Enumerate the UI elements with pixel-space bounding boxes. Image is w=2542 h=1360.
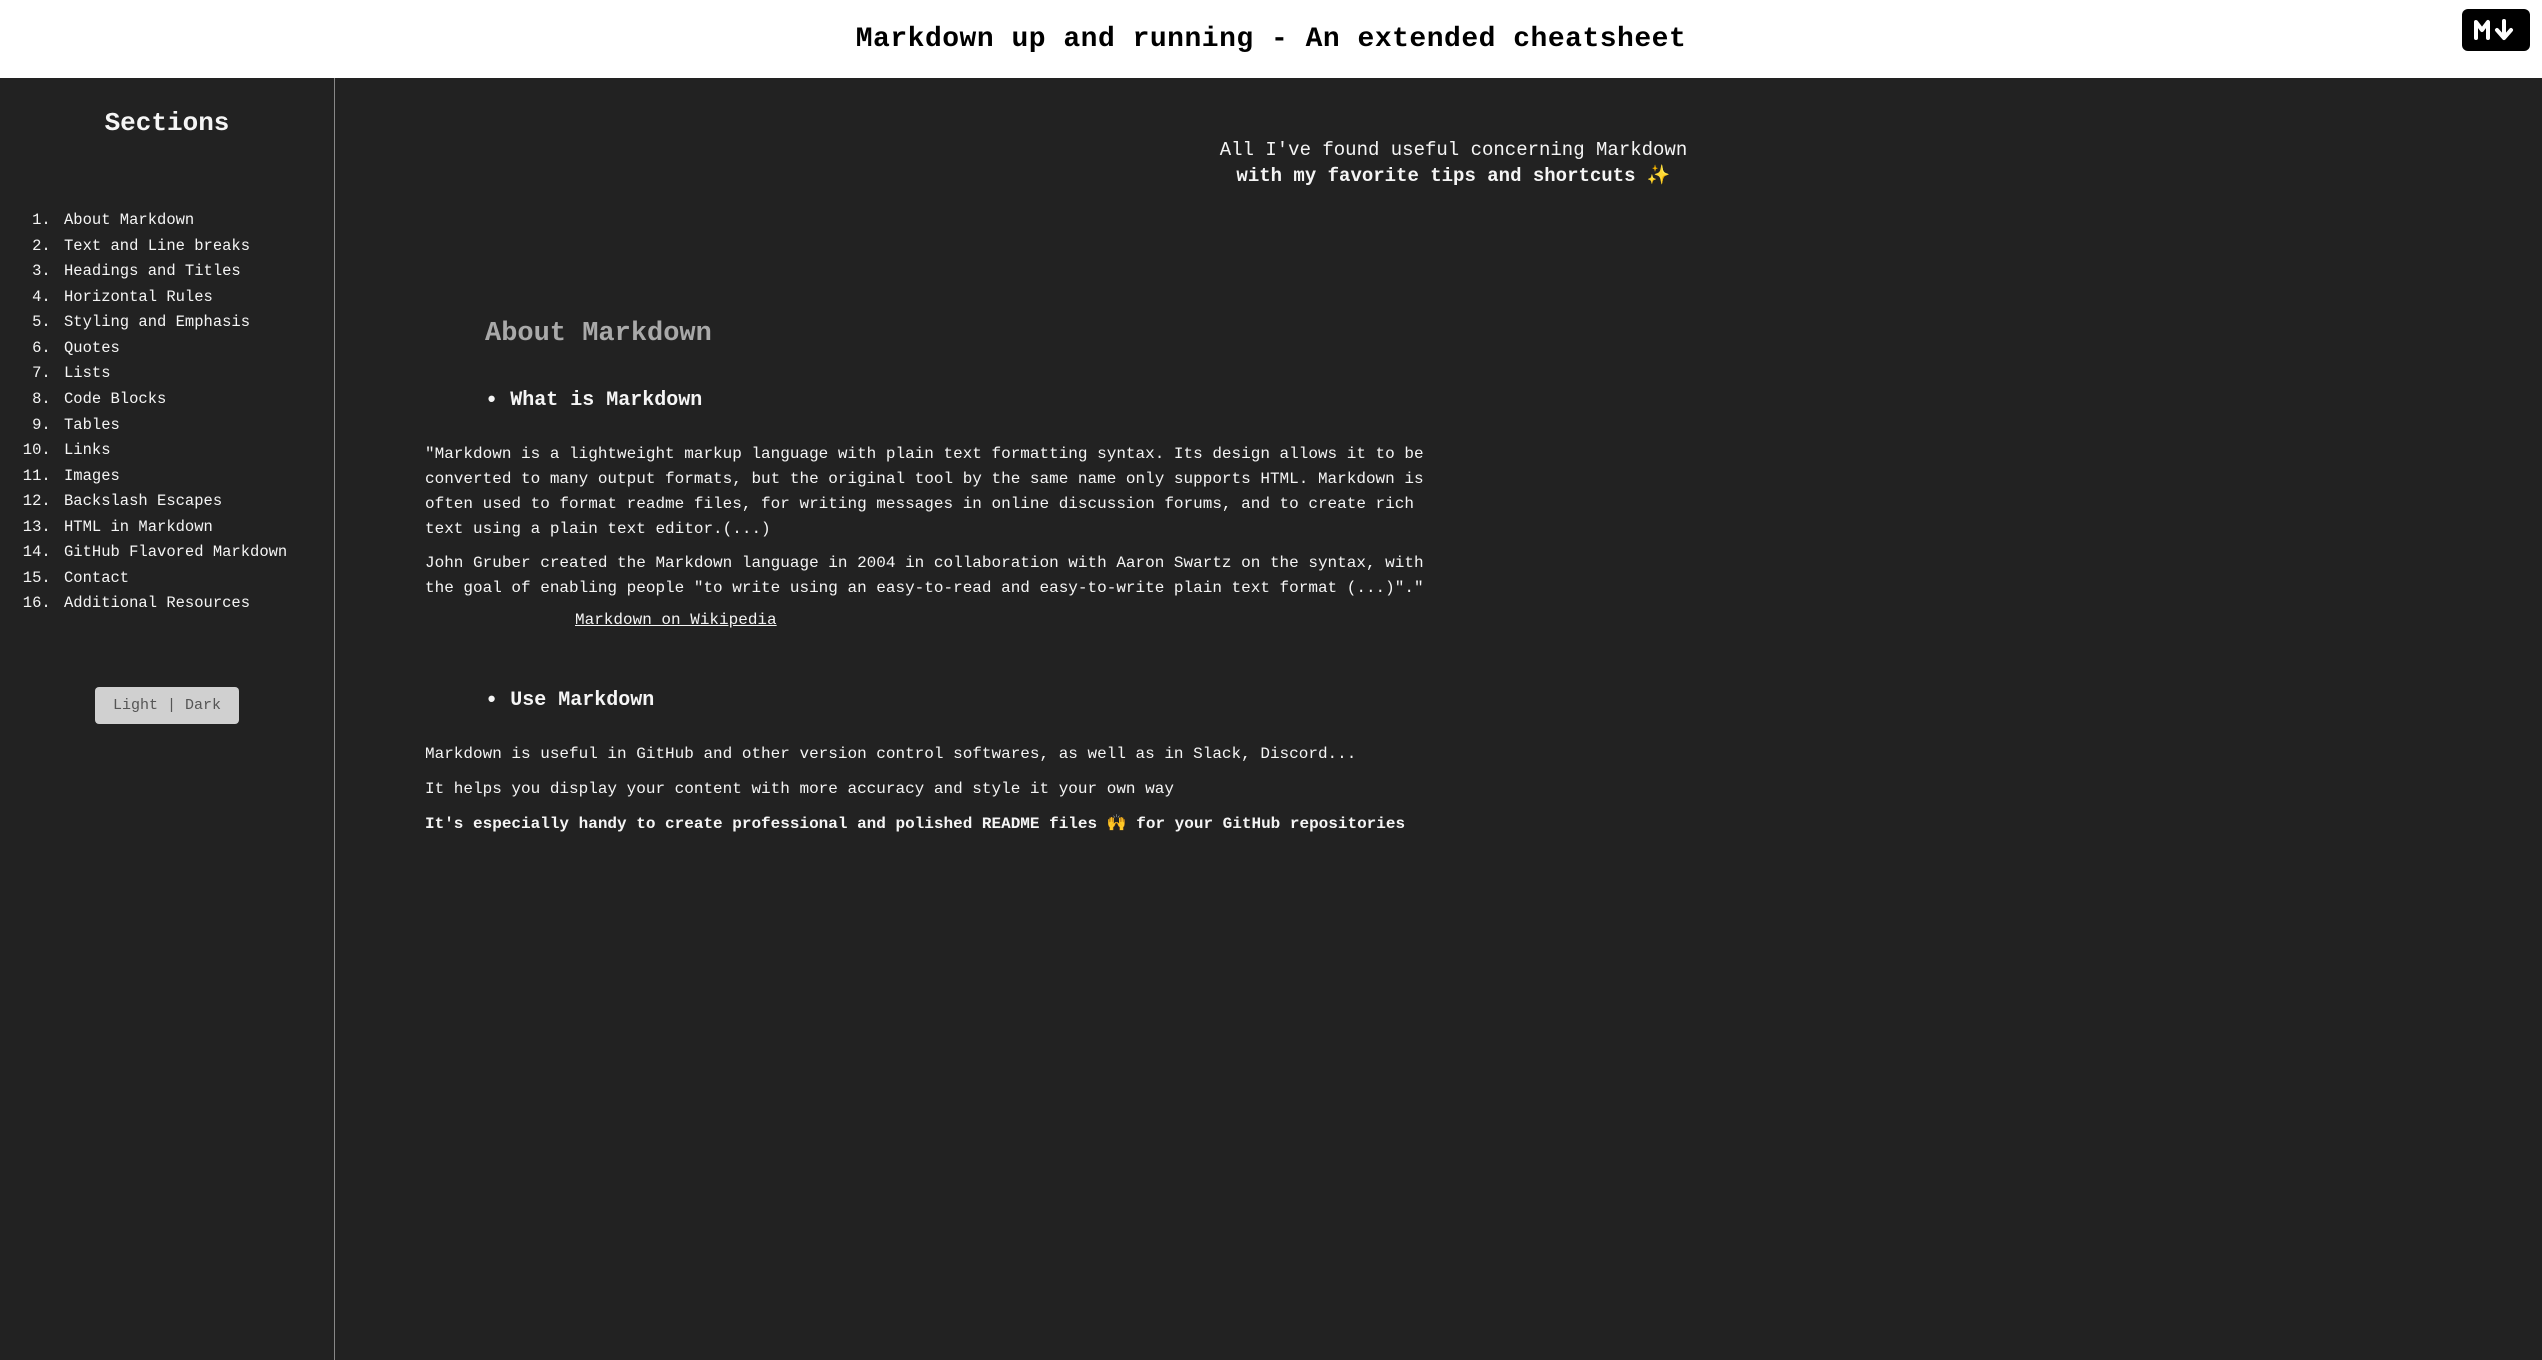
sidebar-item[interactable]: Images bbox=[60, 464, 314, 490]
intro-line-2: with my favorite tips and shortcuts ✨ bbox=[425, 164, 2482, 190]
sidebar-item[interactable]: Additional Resources bbox=[60, 591, 314, 617]
sparkle-icon: ✨ bbox=[1647, 165, 1671, 187]
sidebar-item[interactable]: Headings and Titles bbox=[60, 259, 314, 285]
sidebar-item[interactable]: About Markdown bbox=[60, 208, 314, 234]
sidebar-item[interactable]: GitHub Flavored Markdown bbox=[60, 540, 314, 566]
sidebar-item[interactable]: Quotes bbox=[60, 336, 314, 362]
para-bold-after: for your GitHub repositories bbox=[1127, 815, 1405, 833]
hands-emoji-icon: 🙌 bbox=[1107, 815, 1127, 833]
section-heading-about: About Markdown bbox=[485, 319, 2482, 349]
wikipedia-link[interactable]: Markdown on Wikipedia bbox=[575, 611, 2482, 629]
main-content: All I've found useful concerning Markdow… bbox=[335, 78, 2542, 1360]
paragraph: John Gruber created the Markdown languag… bbox=[425, 551, 1445, 601]
para-bold-before: It's especially handy to create professi… bbox=[425, 815, 1107, 833]
page-title: Markdown up and running - An extended ch… bbox=[856, 24, 1687, 55]
paragraph: "Markdown is a lightweight markup langua… bbox=[425, 442, 1445, 541]
sidebar-item[interactable]: Text and Line breaks bbox=[60, 234, 314, 260]
subheading-use-markdown: Use Markdown bbox=[485, 689, 2482, 712]
paragraph: Markdown is useful in GitHub and other v… bbox=[425, 742, 1445, 767]
sidebar: Sections About Markdown Text and Line br… bbox=[0, 78, 335, 1360]
sidebar-item[interactable]: Links bbox=[60, 438, 314, 464]
sidebar-item[interactable]: Tables bbox=[60, 413, 314, 439]
sidebar-item[interactable]: Styling and Emphasis bbox=[60, 310, 314, 336]
paragraph: It helps you display your content with m… bbox=[425, 777, 1445, 802]
markdown-logo-icon bbox=[2462, 9, 2530, 51]
intro-line-2-text: with my favorite tips and shortcuts bbox=[1236, 165, 1635, 187]
intro-line-1: All I've found useful concerning Markdow… bbox=[425, 138, 2482, 164]
sidebar-item[interactable]: Backslash Escapes bbox=[60, 489, 314, 515]
page-header: Markdown up and running - An extended ch… bbox=[0, 0, 2542, 78]
subheading-use-markdown-text: Use Markdown bbox=[510, 689, 654, 712]
theme-toggle-button[interactable]: Light | Dark bbox=[95, 687, 239, 724]
sidebar-item[interactable]: Code Blocks bbox=[60, 387, 314, 413]
sidebar-item[interactable]: HTML in Markdown bbox=[60, 515, 314, 541]
sidebar-title: Sections bbox=[105, 108, 230, 138]
intro-block: All I've found useful concerning Markdow… bbox=[425, 138, 2482, 189]
sidebar-item[interactable]: Contact bbox=[60, 566, 314, 592]
main-layout: Sections About Markdown Text and Line br… bbox=[0, 78, 2542, 1360]
paragraph-bold: It's especially handy to create professi… bbox=[425, 812, 1445, 837]
sections-list: About Markdown Text and Line breaks Head… bbox=[20, 208, 314, 617]
subheading-what-is: What is Markdown bbox=[485, 389, 2482, 412]
sidebar-item[interactable]: Horizontal Rules bbox=[60, 285, 314, 311]
sidebar-item[interactable]: Lists bbox=[60, 361, 314, 387]
subheading-what-is-text: What is Markdown bbox=[510, 389, 702, 412]
